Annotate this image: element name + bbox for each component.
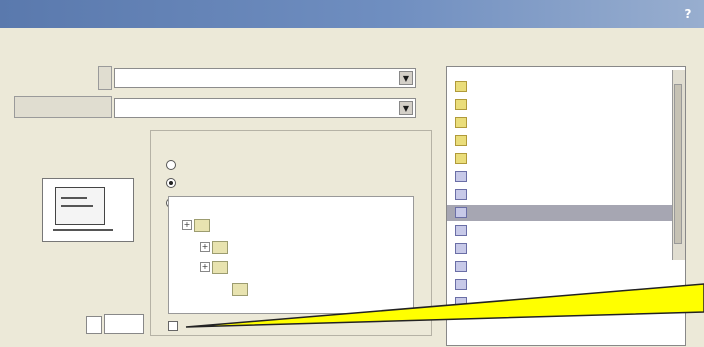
- callout-overlay: [185, 283, 704, 328]
- dialog-window: ? ▼ ▼ + + +: [0, 0, 704, 347]
- callout-pointer: [185, 283, 704, 328]
